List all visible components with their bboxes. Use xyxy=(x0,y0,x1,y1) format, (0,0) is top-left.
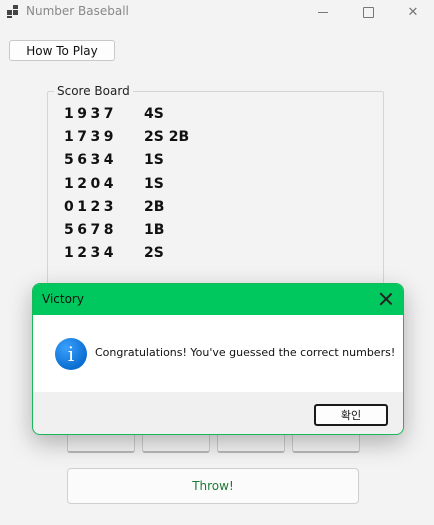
guess-result: 2B xyxy=(144,198,165,215)
app-icon xyxy=(7,5,20,18)
guess-number: 0123 xyxy=(64,198,117,215)
guess-result: 2S xyxy=(144,245,164,262)
window-title: Number Baseball xyxy=(26,4,129,18)
dialog-body: i Congratulations! You've guessed the co… xyxy=(33,315,403,392)
guess-result: 4S xyxy=(144,106,164,122)
close-window-button[interactable]: ✕ xyxy=(390,0,434,24)
guess-number: 1937 xyxy=(64,106,117,122)
guess-number: 5634 xyxy=(64,152,117,169)
guess-result: 1B xyxy=(144,222,165,238)
close-icon: ✕ xyxy=(407,4,419,20)
ok-button[interactable]: 확인 xyxy=(314,404,388,426)
guess-number: 5678 xyxy=(64,222,117,238)
dialog-close-icon[interactable] xyxy=(377,290,395,308)
minimize-button[interactable] xyxy=(300,0,346,24)
window-titlebar: Number Baseball ✕ xyxy=(0,0,434,24)
guess-result: 1S xyxy=(144,175,164,192)
how-to-play-button[interactable]: How To Play xyxy=(9,40,115,61)
maximize-icon xyxy=(362,6,374,18)
victory-dialog: Victory i Congratulations! You've guesse… xyxy=(32,283,404,435)
guess-result: 1S xyxy=(144,152,164,169)
score-board: Score Board 1937 4S 1739 2S 2B 5634 1S 1204 1S 0… xyxy=(47,84,384,293)
minimize-icon xyxy=(318,11,328,13)
dialog-title: Victory xyxy=(42,292,84,306)
info-icon: i xyxy=(55,338,87,370)
guess-number: 1739 xyxy=(64,129,117,146)
score-board-legend: Score Board xyxy=(54,84,133,98)
dialog-message: Congratulations! You've guessed the corr… xyxy=(95,346,396,359)
guess-result: 2S 2B xyxy=(144,129,190,146)
guess-number: 1234 xyxy=(64,245,117,262)
throw-button[interactable]: Throw! xyxy=(67,468,359,504)
dialog-titlebar: Victory xyxy=(33,284,403,315)
maximize-button[interactable] xyxy=(345,0,391,24)
guess-number: 1204 xyxy=(64,175,117,192)
